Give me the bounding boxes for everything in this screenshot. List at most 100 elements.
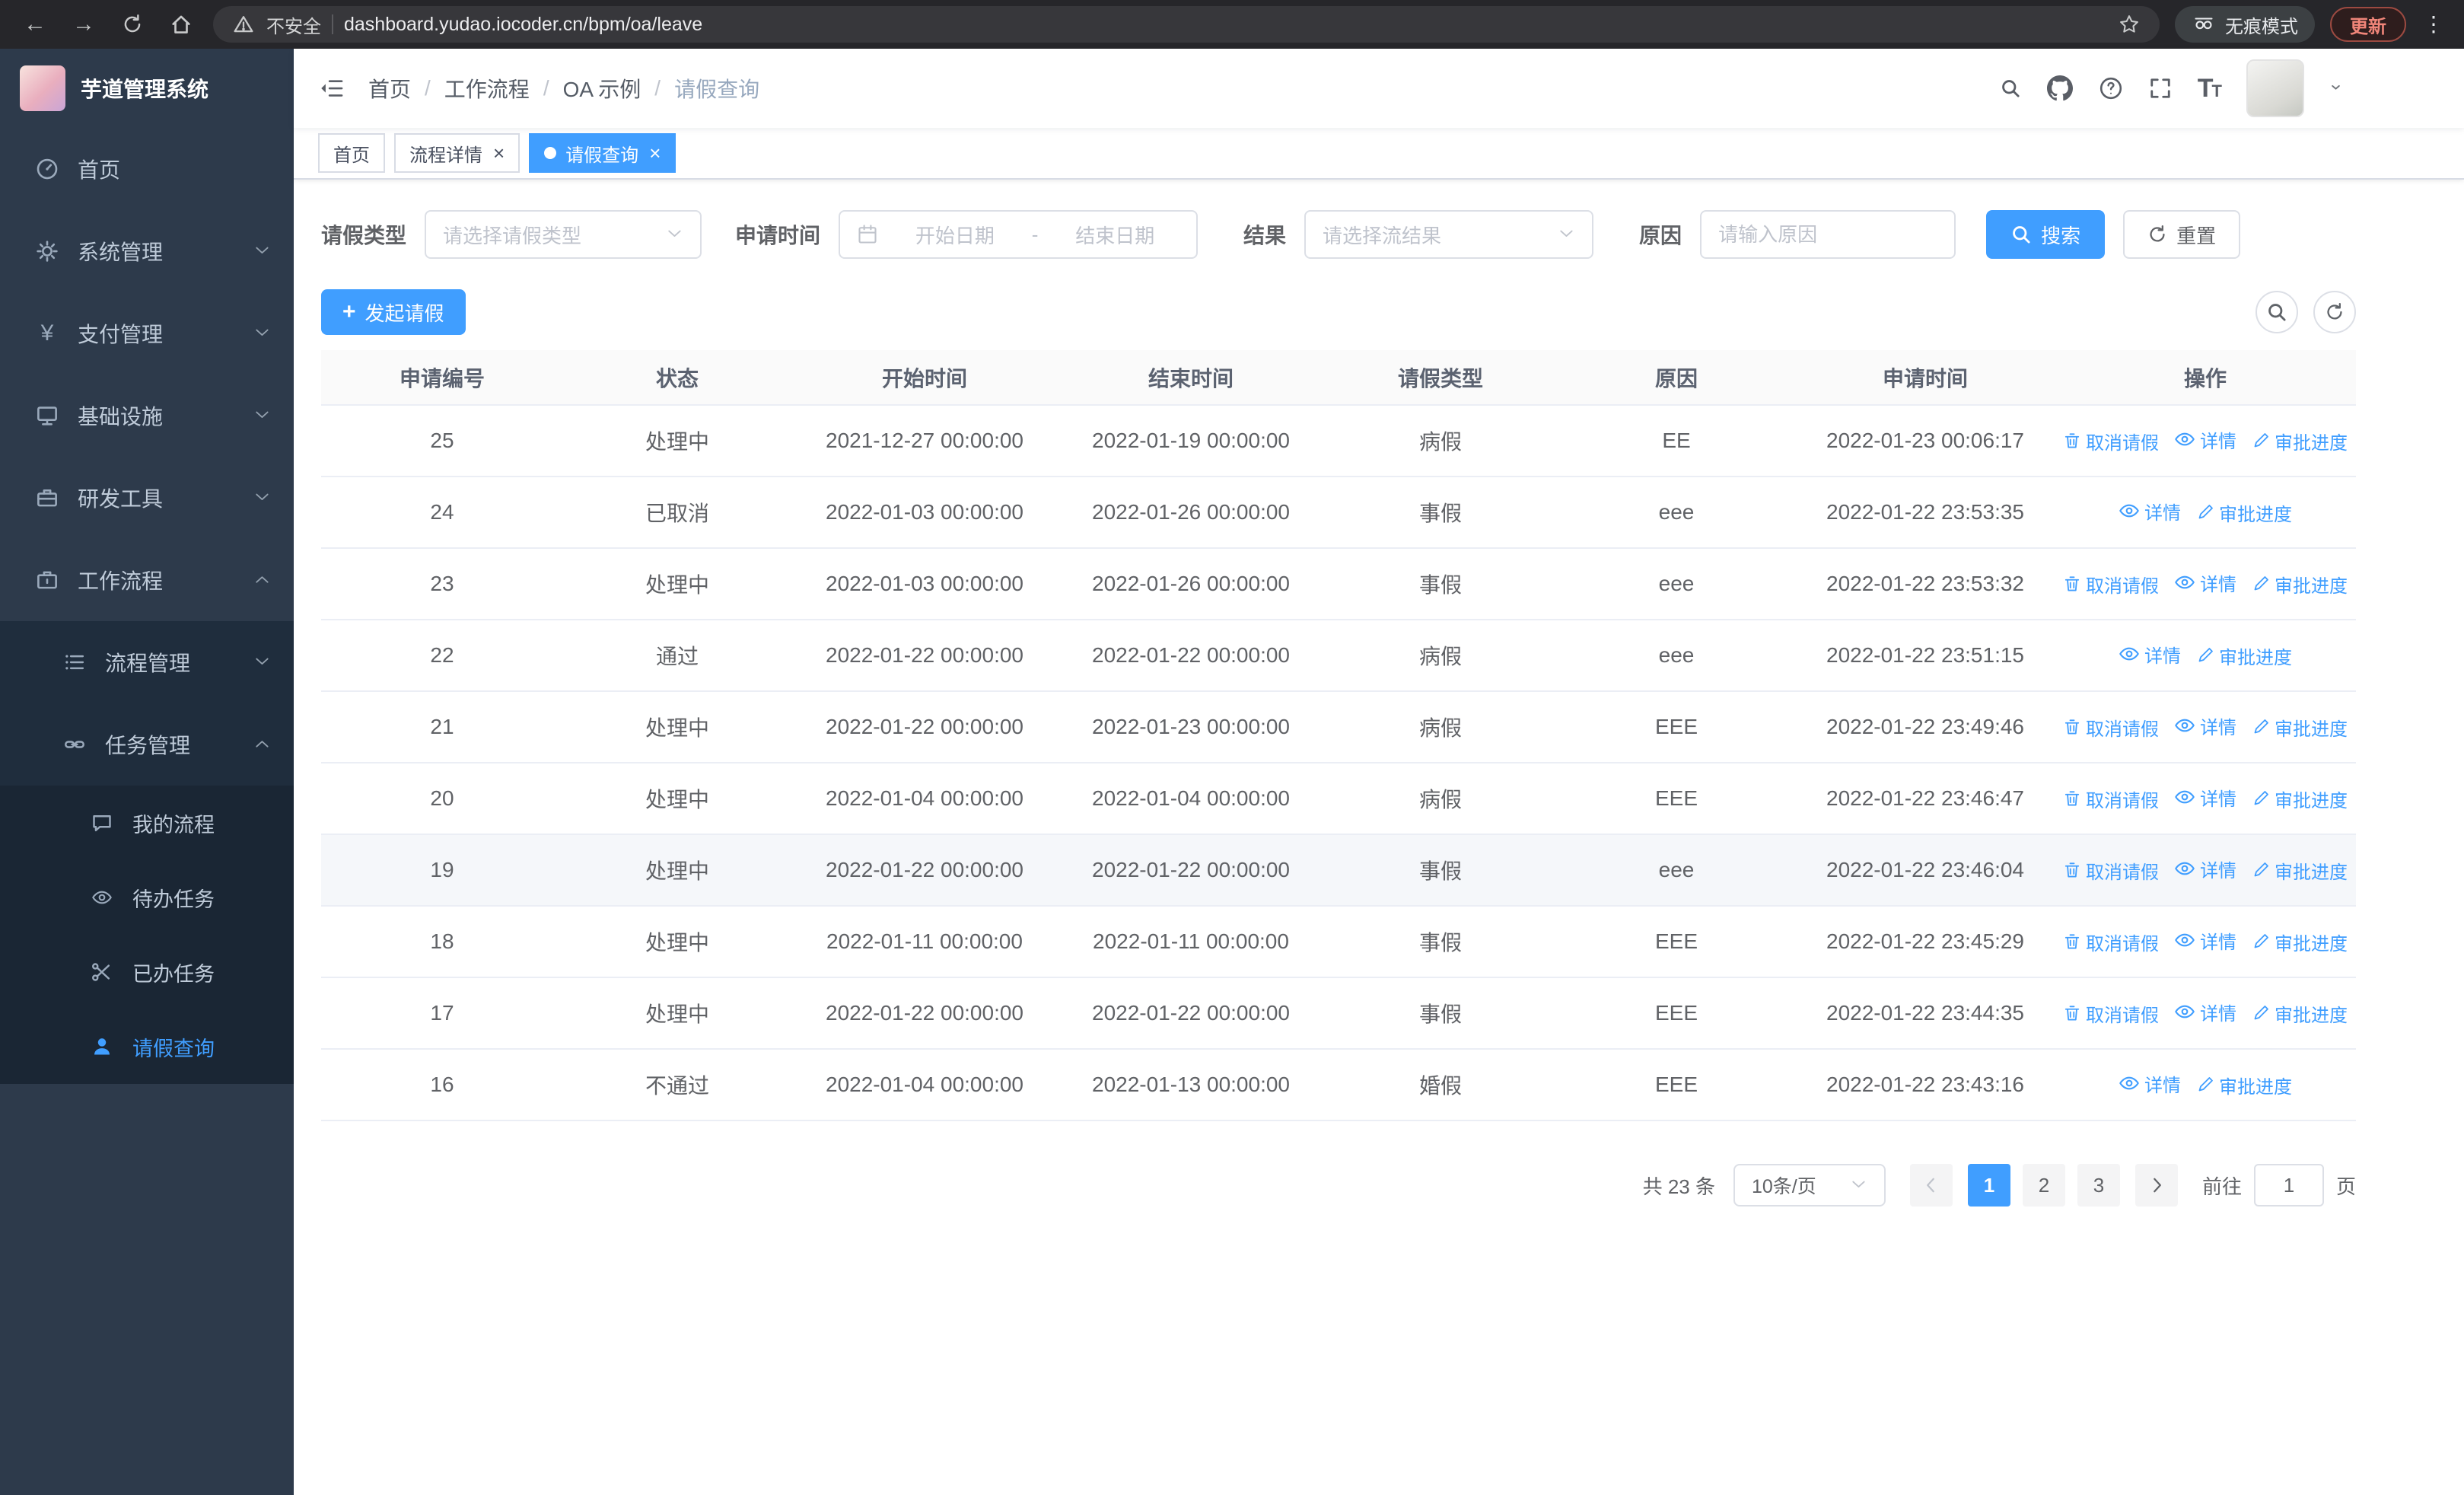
tab-close-icon[interactable]: × bbox=[493, 143, 505, 163]
pen-icon bbox=[2196, 1076, 2214, 1094]
apply-time-range-picker[interactable]: 开始日期 - 结束日期 bbox=[839, 210, 1199, 259]
row-action-detail[interactable]: 详情 bbox=[2174, 784, 2236, 811]
goto-page-input[interactable] bbox=[2253, 1164, 2324, 1207]
row-action-detail[interactable]: 详情 bbox=[2174, 569, 2236, 596]
reset-button[interactable]: 重置 bbox=[2123, 210, 2241, 259]
sidebar-item-task-mgmt[interactable]: 任务管理 bbox=[0, 703, 294, 786]
leave-type-placeholder: 请选择请假类型 bbox=[443, 224, 582, 247]
sidebar-item-dev-tools[interactable]: 研发工具 bbox=[0, 457, 294, 539]
font-size-icon[interactable]: TT bbox=[2198, 74, 2222, 104]
back-icon[interactable]: ← bbox=[18, 8, 52, 41]
fullscreen-icon[interactable] bbox=[2149, 77, 2172, 100]
tab-process-detail[interactable]: 流程详情 × bbox=[394, 133, 520, 173]
table-row[interactable]: 18 处理中 2022-01-11 00:00:00 2022-01-11 00:00… bbox=[321, 906, 2356, 978]
home-icon[interactable] bbox=[164, 8, 198, 41]
row-action-cancel[interactable]: 取消请假 bbox=[2063, 857, 2159, 884]
row-action-progress[interactable]: 审批进度 bbox=[2252, 571, 2348, 598]
reload-icon[interactable] bbox=[116, 8, 149, 41]
sidebar-item-process-mgmt[interactable]: 流程管理 bbox=[0, 621, 294, 703]
avatar-caret-icon[interactable] bbox=[2330, 81, 2345, 96]
url-bar[interactable]: 不安全 dashboard.yudao.iocoder.cn/bpm/oa/le… bbox=[213, 6, 2160, 43]
page-button-2[interactable]: 2 bbox=[2022, 1164, 2065, 1207]
pen-icon bbox=[2252, 1004, 2270, 1022]
row-action-detail[interactable]: 详情 bbox=[2174, 712, 2236, 739]
row-action-cancel[interactable]: 取消请假 bbox=[2063, 1000, 2159, 1027]
sidebar-item-home[interactable]: 首页 bbox=[0, 128, 294, 210]
sidebar-item-my-process[interactable]: 我的流程 bbox=[0, 786, 294, 860]
table-row[interactable]: 17 处理中 2022-01-22 00:00:00 2022-01-22 00:00… bbox=[321, 977, 2356, 1050]
breadcrumb-item[interactable]: 工作流程 bbox=[444, 73, 530, 104]
row-action-cancel[interactable]: 取消请假 bbox=[2063, 428, 2159, 454]
cell-status: 不通过 bbox=[563, 1049, 791, 1121]
browser-update-button[interactable]: 更新 bbox=[2330, 7, 2406, 42]
row-action-detail[interactable]: 详情 bbox=[2119, 498, 2181, 524]
next-page-button[interactable] bbox=[2135, 1164, 2178, 1207]
row-action-detail[interactable]: 详情 bbox=[2174, 426, 2236, 453]
row-action-detail[interactable]: 详情 bbox=[2174, 999, 2236, 1025]
row-action-detail[interactable]: 详情 bbox=[2174, 856, 2236, 882]
row-action-progress[interactable]: 审批进度 bbox=[2252, 428, 2348, 454]
row-action-progress[interactable]: 审批进度 bbox=[2252, 857, 2348, 884]
row-action-progress[interactable]: 审批进度 bbox=[2196, 499, 2292, 526]
header-search-icon[interactable] bbox=[2000, 78, 2021, 99]
tab-close-icon[interactable]: × bbox=[649, 143, 661, 163]
row-action-detail[interactable]: 详情 bbox=[2119, 1070, 2181, 1097]
table-row[interactable]: 16 不通过 2022-01-04 00:00:00 2022-01-13 00:00… bbox=[321, 1049, 2356, 1121]
page-button-3[interactable]: 3 bbox=[2077, 1164, 2120, 1207]
app-logo[interactable]: 芋道管理系统 bbox=[0, 49, 294, 128]
table-row[interactable]: 23 处理中 2022-01-03 00:00:00 2022-01-26 00:00… bbox=[321, 548, 2356, 620]
reset-button-label: 重置 bbox=[2176, 224, 2217, 247]
forward-icon[interactable]: → bbox=[67, 8, 100, 41]
row-action-cancel[interactable]: 取消请假 bbox=[2063, 786, 2159, 812]
table-row[interactable]: 19 处理中 2022-01-22 00:00:00 2022-01-22 00:00… bbox=[321, 834, 2356, 907]
result-select[interactable]: 请选择流结果 bbox=[1304, 210, 1594, 259]
row-action-cancel[interactable]: 取消请假 bbox=[2063, 714, 2159, 741]
sidebar-item-workflow[interactable]: 工作流程 bbox=[0, 539, 294, 621]
sidebar-item-payment[interactable]: ¥ 支付管理 bbox=[0, 292, 294, 375]
row-action-progress[interactable]: 审批进度 bbox=[2252, 786, 2348, 812]
row-action-cancel[interactable]: 取消请假 bbox=[2063, 571, 2159, 598]
sidebar-item-todo-tasks[interactable]: 待办任务 bbox=[0, 860, 294, 935]
sidebar-item-system[interactable]: 系统管理 bbox=[0, 210, 294, 292]
sidebar-item-done-tasks[interactable]: 已办任务 bbox=[0, 935, 294, 1009]
cell-operations: 详情 审批进度 bbox=[2055, 1049, 2356, 1121]
prev-page-button[interactable] bbox=[1909, 1164, 1953, 1207]
incognito-icon bbox=[2192, 15, 2216, 33]
table-row[interactable]: 21 处理中 2022-01-22 00:00:00 2022-01-23 00:00… bbox=[321, 691, 2356, 763]
table-refresh-button[interactable] bbox=[2313, 291, 2356, 333]
table-row[interactable]: 20 处理中 2022-01-04 00:00:00 2022-01-04 00:00… bbox=[321, 763, 2356, 835]
github-icon[interactable] bbox=[2046, 75, 2073, 101]
url-text[interactable]: dashboard.yudao.iocoder.cn/bpm/oa/leave bbox=[344, 14, 702, 36]
browser-menu-icon[interactable]: ⋮ bbox=[2421, 14, 2446, 35]
chevron-down-icon bbox=[667, 226, 683, 243]
sidebar-item-leave-query[interactable]: 请假查询 bbox=[0, 1009, 294, 1084]
row-action-detail[interactable]: 详情 bbox=[2174, 927, 2236, 954]
page-button-1[interactable]: 1 bbox=[1967, 1164, 2010, 1207]
row-action-cancel[interactable]: 取消请假 bbox=[2063, 929, 2159, 955]
toggle-search-button[interactable] bbox=[2255, 291, 2298, 333]
tab-leave-query[interactable]: 请假查询 × bbox=[529, 133, 676, 173]
table-row[interactable]: 22 通过 2022-01-22 00:00:00 2022-01-22 00:00:… bbox=[321, 620, 2356, 692]
pen-icon bbox=[2196, 503, 2214, 521]
reason-input[interactable] bbox=[1700, 210, 1956, 259]
breadcrumb-item[interactable]: 首页 bbox=[368, 73, 411, 104]
row-action-detail[interactable]: 详情 bbox=[2119, 641, 2181, 668]
row-action-progress[interactable]: 审批进度 bbox=[2252, 714, 2348, 741]
sidebar-toggle-icon[interactable] bbox=[318, 77, 344, 100]
row-action-progress[interactable]: 审批进度 bbox=[2196, 642, 2292, 669]
sidebar-item-infrastructure[interactable]: 基础设施 bbox=[0, 375, 294, 457]
row-action-progress[interactable]: 审批进度 bbox=[2196, 1072, 2292, 1098]
create-leave-button[interactable]: + 发起请假 bbox=[321, 289, 466, 335]
tab-home[interactable]: 首页 bbox=[318, 133, 385, 173]
user-avatar[interactable] bbox=[2246, 59, 2304, 117]
row-action-progress[interactable]: 审批进度 bbox=[2252, 1000, 2348, 1027]
search-button[interactable]: 搜索 bbox=[1986, 210, 2106, 259]
table-row[interactable]: 24 已取消 2022-01-03 00:00:00 2022-01-26 00:00… bbox=[321, 477, 2356, 549]
help-icon[interactable] bbox=[2099, 76, 2123, 100]
leave-type-select[interactable]: 请选择请假类型 bbox=[425, 210, 702, 259]
row-action-progress[interactable]: 审批进度 bbox=[2252, 929, 2348, 955]
page-size-select[interactable]: 10条/页 bbox=[1733, 1164, 1886, 1207]
breadcrumb-item[interactable]: OA 示例 bbox=[563, 73, 641, 104]
bookmark-star-icon[interactable] bbox=[2117, 8, 2141, 41]
table-row[interactable]: 25 处理中 2021-12-27 00:00:00 2022-01-19 00:00… bbox=[321, 405, 2356, 477]
